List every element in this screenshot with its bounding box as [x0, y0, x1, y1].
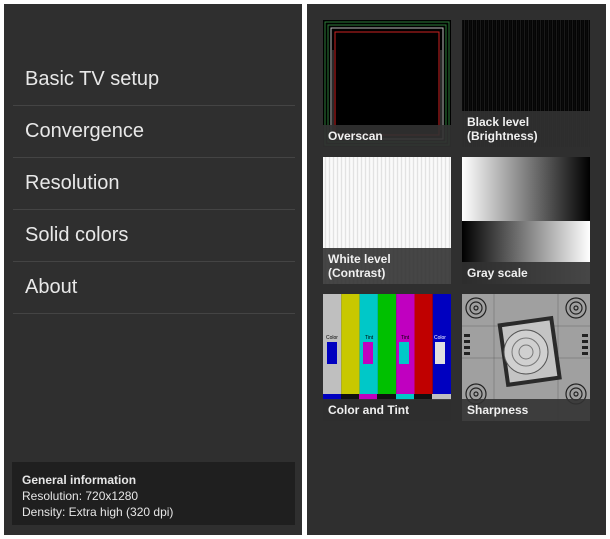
info-resolution: Resolution: 720x1280: [22, 489, 139, 503]
menu-item-about[interactable]: About: [13, 262, 295, 314]
tile-color-and-tint[interactable]: Color Tint Tint Color Color and Tint: [323, 294, 451, 421]
menu-item-label: Resolution: [25, 172, 120, 194]
tile-gray-scale[interactable]: Gray scale: [462, 157, 590, 284]
tile-black-level[interactable]: Black level (Brightness): [462, 20, 590, 147]
color-label-1: Color: [326, 335, 338, 341]
menu-item-label: Convergence: [25, 120, 144, 142]
tint-label-2: Tint: [401, 335, 410, 341]
menu-item-resolution[interactable]: Resolution: [13, 158, 295, 210]
left-menu-panel: Basic TV setup Convergence Resolution So…: [4, 4, 302, 535]
tint-label-1: Tint: [365, 335, 374, 341]
tile-white-level[interactable]: White level (Contrast): [323, 157, 451, 284]
test-menu: Basic TV setup Convergence Resolution So…: [13, 54, 295, 314]
menu-item-label: About: [25, 276, 78, 298]
menu-item-solid-colors[interactable]: Solid colors: [13, 210, 295, 262]
general-information-box: General information Resolution: 720x1280…: [12, 462, 295, 525]
tile-caption: Color and Tint: [323, 399, 451, 421]
tile-caption: Overscan: [323, 125, 451, 147]
tile-caption: Sharpness: [462, 399, 590, 421]
tile-caption: Black level (Brightness): [462, 111, 590, 147]
tile-overscan[interactable]: Overscan: [323, 20, 451, 147]
menu-item-convergence[interactable]: Convergence: [13, 106, 295, 158]
tile-sharpness[interactable]: Sharpness: [462, 294, 590, 421]
menu-item-basic-tv-setup[interactable]: Basic TV setup: [13, 54, 295, 106]
test-pattern-grid: Overscan Black level (Brightness) White …: [307, 4, 606, 535]
menu-item-label: Basic TV setup: [25, 68, 160, 90]
tile-caption: Gray scale: [462, 262, 590, 284]
menu-item-label: Solid colors: [25, 224, 129, 246]
color-label-2: Color: [434, 335, 446, 341]
info-density: Density: Extra high (320 dpi): [22, 505, 174, 519]
info-title: General information: [22, 473, 137, 487]
tile-caption: White level (Contrast): [323, 248, 451, 284]
